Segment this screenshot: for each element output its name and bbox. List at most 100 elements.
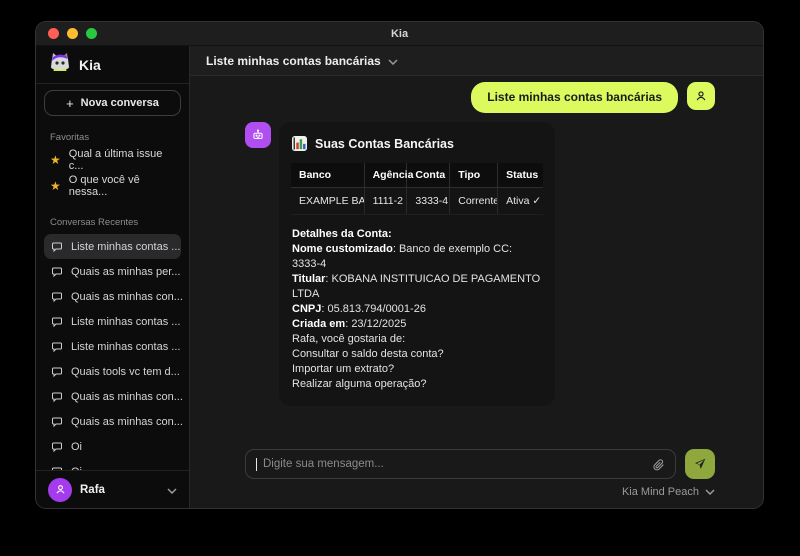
conversation-item[interactable]: Quais as minhas con... (44, 409, 181, 434)
account-details: Detalhes da Conta: Nome customizado: Ban… (292, 227, 542, 392)
chat-bubble-icon (51, 241, 63, 253)
favorite-label: Qual a última issue c... (69, 148, 175, 172)
user-menu[interactable]: Rafa (36, 470, 189, 508)
chat-bubble-icon (51, 291, 63, 303)
conversation-item[interactable]: Liste minhas contas ... (44, 334, 181, 359)
assistant-avatar (245, 122, 271, 148)
conversation-label: Quais as minhas con... (71, 291, 183, 303)
conversation-item[interactable]: Oi (44, 459, 181, 470)
user-avatar (48, 478, 72, 502)
detail-line: Rafa, você gostaria de: (292, 332, 542, 347)
table-cell: Ativa ✓ (498, 188, 543, 215)
detail-line: Titular: KOBANA INSTITUICAO DE PAGAMENTO… (292, 272, 542, 302)
conversation-label: Liste minhas contas ... (71, 316, 180, 328)
user-name: Rafa (80, 484, 105, 496)
plus-icon: + (66, 97, 74, 110)
table-cell: Corrente (450, 188, 498, 215)
table-cell: 3333-4 (407, 188, 450, 215)
conversation-item[interactable]: Quais tools vc tem d... (44, 359, 181, 384)
conversation-item[interactable]: Oi (44, 434, 181, 459)
user-avatar-badge (687, 82, 715, 110)
favorite-item[interactable]: ★ O que você vê nessa... (36, 173, 189, 199)
conversation-item[interactable]: Liste minhas contas ... (44, 234, 181, 259)
favorite-item[interactable]: ★ Qual a última issue c... (36, 147, 189, 173)
new-conversation-button[interactable]: + Nova conversa (44, 90, 181, 116)
favorites-label: Favoritas (50, 132, 189, 143)
robot-icon (251, 128, 265, 142)
table-cell: 1111-2 (364, 188, 407, 215)
conversation-item[interactable]: Quais as minhas con... (44, 284, 181, 309)
card-title: Suas Contas Bancárias (315, 137, 454, 151)
app-mascot-icon (48, 50, 72, 79)
message-input-wrap[interactable] (245, 449, 676, 479)
chevron-down-icon (167, 481, 177, 499)
accounts-table: Banco Agência Conta Tipo Status EXAMPLE … (291, 163, 543, 215)
assistant-message-row: Suas Contas Bancárias Banco Agência Cont… (245, 122, 715, 406)
send-button[interactable] (685, 449, 715, 479)
message-list: Liste minhas contas bancárias (190, 76, 763, 439)
conversation-label: Oi (71, 441, 82, 453)
table-cell: EXAMPLE BANK (291, 188, 364, 215)
chat-bubble-icon (51, 416, 63, 428)
detail-line: Criada em: 23/12/2025 (292, 317, 542, 332)
conversation-label: Quais tools vc tem d... (71, 366, 180, 378)
table-header-row: Banco Agência Conta Tipo Status (291, 163, 543, 188)
titlebar: Kia (36, 22, 763, 46)
app-name: Kia (79, 57, 101, 73)
conversation-label: Liste minhas contas ... (71, 241, 180, 253)
text-caret (256, 458, 257, 471)
conversation-label: Liste minhas contas ... (71, 341, 180, 353)
table-header-cell: Status (498, 163, 543, 188)
conversation-item[interactable]: Liste minhas contas ... (44, 309, 181, 334)
detail-line: Detalhes da Conta: (292, 227, 542, 242)
conversation-item[interactable]: Quais as minhas con... (44, 384, 181, 409)
table-header-cell: Agência (364, 163, 407, 188)
main-panel: Liste minhas contas bancárias Liste minh… (190, 46, 763, 508)
card-title-row: Suas Contas Bancárias (291, 134, 543, 151)
table-header-cell: Tipo (450, 163, 498, 188)
conversation-title-dropdown[interactable]: Liste minhas contas bancárias (190, 46, 763, 76)
conversation-label: Quais as minhas con... (71, 391, 183, 403)
conversation-item[interactable]: Quais as minhas per... (44, 259, 181, 284)
chat-bubble-icon (51, 266, 63, 278)
window-title: Kia (36, 28, 763, 40)
detail-line: Realizar alguma operação? (292, 377, 542, 392)
chevron-down-icon (388, 52, 398, 70)
chat-bubble-icon (51, 366, 63, 378)
sidebar: Kia + Nova conversa Favoritas ★ Qual a ú… (36, 46, 190, 508)
conversation-label: Quais as minhas con... (71, 416, 183, 428)
detail-line: Nome customizado: Banco de exemplo CC: 3… (292, 242, 542, 272)
conversation-label: Quais as minhas per... (71, 266, 180, 278)
chat-bubble-icon (51, 391, 63, 403)
chat-bubble-icon (51, 441, 63, 453)
paperclip-icon[interactable] (652, 458, 665, 471)
person-icon (54, 483, 67, 496)
new-conversation-label: Nova conversa (81, 97, 159, 109)
table-header-cell: Banco (291, 163, 364, 188)
conversation-list: Liste minhas contas ... Quais as minhas … (36, 234, 189, 470)
chat-bubble-icon (51, 341, 63, 353)
detail-line: Importar um extrato? (292, 362, 542, 377)
composer (190, 439, 763, 479)
user-message-bubble: Liste minhas contas bancárias (471, 82, 678, 113)
star-icon: ★ (50, 154, 61, 166)
detail-line: Consultar o saldo desta conta? (292, 347, 542, 362)
favorite-label: O que você vê nessa... (69, 174, 175, 198)
bar-chart-icon (292, 136, 307, 151)
table-row: EXAMPLE BANK 1111-2 3333-4 Corrente Ativ… (291, 188, 543, 215)
user-message-row: Liste minhas contas bancárias (245, 82, 715, 113)
bank-accounts-card: Suas Contas Bancárias Banco Agência Cont… (279, 122, 555, 406)
chevron-down-icon (705, 486, 715, 498)
detail-line: CNPJ: 05.813.794/0001-26 (292, 302, 542, 317)
chat-bubble-icon (51, 316, 63, 328)
paper-plane-icon (693, 457, 707, 471)
message-input[interactable] (263, 458, 646, 470)
star-icon: ★ (50, 180, 61, 192)
sidebar-header: Kia (36, 46, 189, 84)
person-icon (694, 89, 708, 103)
recents-label: Conversas Recentes (50, 217, 189, 228)
model-label: Kia Mind Peach (622, 486, 699, 498)
app-window: Kia Kia + (36, 22, 763, 508)
model-selector[interactable]: Kia Mind Peach (190, 479, 763, 508)
page-title: Liste minhas contas bancárias (206, 54, 381, 68)
